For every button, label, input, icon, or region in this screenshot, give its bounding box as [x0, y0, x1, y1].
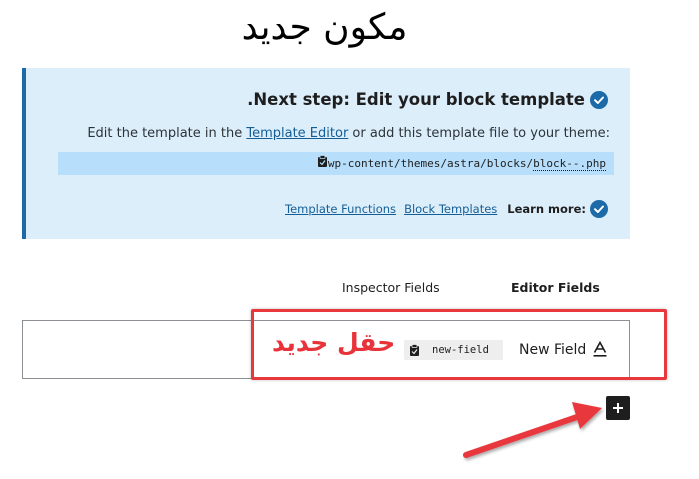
- instructions-prefix: Edit the template in the: [87, 126, 247, 141]
- path-file: block--.php: [533, 157, 606, 171]
- notice-heading-text: .Next step: Edit your block template: [247, 90, 585, 109]
- add-field-button[interactable]: [606, 396, 630, 420]
- path-dir: wp-content/themes/astra/blocks/: [327, 157, 534, 170]
- field-tabs: Inspector Fields Editor Fields: [0, 280, 699, 300]
- check-badge-icon: [590, 200, 608, 218]
- notice-heading: .Next step: Edit your block template: [247, 90, 608, 109]
- clipboard-icon[interactable]: [317, 153, 328, 176]
- arrow-shape: [463, 402, 602, 458]
- template-functions-link[interactable]: Template Functions: [285, 202, 396, 216]
- template-editor-link[interactable]: Template Editor: [246, 126, 348, 141]
- template-file-path[interactable]: wp-content/themes/astra/blocks/block--.p…: [58, 152, 614, 175]
- tab-editor-fields[interactable]: Editor Fields: [511, 280, 600, 295]
- learn-more-row: Template Functions Block Templates Learn…: [285, 200, 608, 218]
- notice-instructions: Edit the template in the Template Editor…: [87, 126, 610, 141]
- block-templates-link[interactable]: Block Templates: [404, 202, 497, 216]
- tab-inspector-fields[interactable]: Inspector Fields: [342, 280, 440, 295]
- page-title: مكون جديد: [241, 7, 408, 48]
- check-badge-icon: [590, 90, 608, 109]
- plus-icon: [613, 403, 623, 413]
- annotation-highlight-box: [251, 309, 667, 380]
- instructions-suffix: or add this template file to your theme:: [348, 126, 610, 141]
- learn-more-label: Learn more:: [507, 202, 586, 216]
- next-step-notice: .Next step: Edit your block template Edi…: [22, 68, 630, 239]
